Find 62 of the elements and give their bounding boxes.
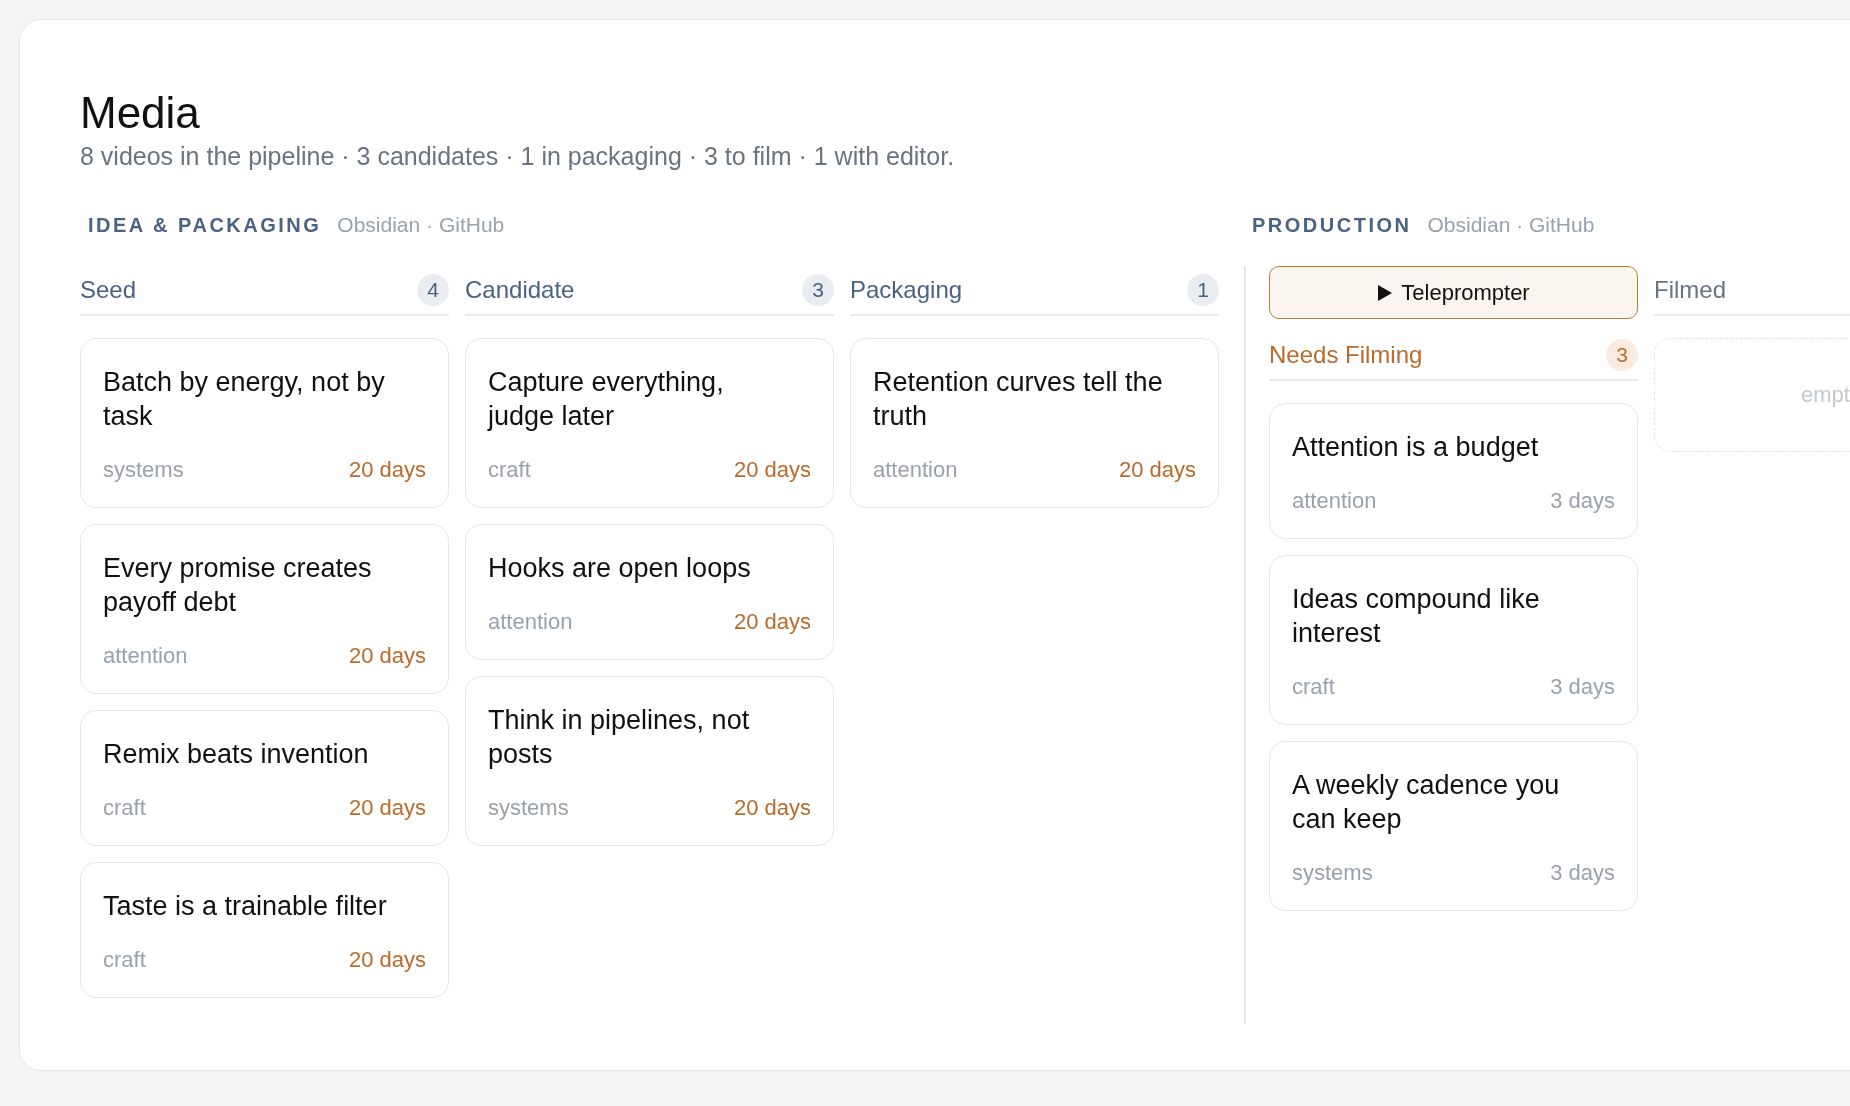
card-tag: craft	[103, 795, 146, 821]
card-age: 20 days	[733, 457, 811, 483]
idea-card[interactable]: Ideas compound like interest craft 3 days	[1269, 555, 1638, 725]
idea-card[interactable]: A weekly cadence you can keep systems 3 days	[1269, 741, 1638, 911]
card-title: Hooks are open loops	[488, 552, 752, 585]
section-sources: Obsidian · GitHub	[1427, 213, 1595, 237]
empty-label: empt	[1801, 382, 1850, 408]
idea-card[interactable]: Batch by energy, not by task systems 20 days	[80, 338, 449, 508]
card-title: Capture everything, judge later	[488, 366, 725, 433]
card-tag: attention	[873, 457, 958, 483]
count-badge: 3	[1606, 339, 1638, 371]
column-title: Seed	[80, 276, 137, 304]
card-title: Ideas compound like interest	[1292, 583, 1541, 650]
idea-card[interactable]: Hooks are open loops attention 20 days	[465, 524, 834, 660]
card-age: 20 days	[733, 609, 811, 635]
idea-card[interactable]: Every promise creates payoff debt attention 20 days	[80, 524, 449, 694]
card-tag: systems	[103, 457, 184, 483]
card-tag: craft	[1292, 674, 1335, 700]
idea-card[interactable]: Think in pipelines, not posts systems 20 days	[465, 676, 834, 846]
card-title: Retention curves tell the truth	[873, 366, 1164, 433]
count-badge: 1	[1187, 274, 1219, 306]
section-sources: Obsidian · GitHub	[337, 213, 505, 237]
card-age: 3 days	[1550, 488, 1615, 514]
card-age: 20 days	[733, 795, 811, 821]
section-label: IDEA & PACKAGING	[88, 214, 322, 237]
idea-card[interactable]: Remix beats invention craft 20 days	[80, 710, 449, 846]
idea-card[interactable]: Taste is a trainable filter craft 20 days	[80, 862, 449, 998]
card-tag: attention	[488, 609, 573, 635]
page-title: Media	[80, 88, 201, 138]
card-age: 3 days	[1550, 674, 1615, 700]
play-icon	[1377, 283, 1394, 302]
count-badge: 3	[802, 274, 834, 306]
section-label: PRODUCTION	[1252, 214, 1412, 237]
card-title: Every promise creates payoff debt	[103, 552, 373, 619]
card-tag: systems	[1292, 860, 1373, 886]
column-title: Candidate	[465, 276, 575, 304]
card-tag: systems	[488, 795, 569, 821]
card-age: 20 days	[348, 795, 426, 821]
idea-card[interactable]: Retention curves tell the truth attention 20 days	[850, 338, 1219, 508]
count-badge: 4	[417, 274, 449, 306]
card-tag: craft	[488, 457, 531, 483]
card-title: Taste is a trainable filter	[103, 890, 388, 923]
card-title: A weekly cadence you can keep	[1292, 769, 1561, 836]
card-tag: attention	[103, 643, 188, 669]
column-title: Filmed	[1654, 276, 1726, 304]
pipeline-summary: 8 videos in the pipeline · 3 candidates · 1 in packaging · 3 to film · 1 with editor.	[80, 142, 956, 171]
card-title: Remix beats invention	[103, 738, 370, 771]
teleprompter-button[interactable]: Teleprompter	[1269, 266, 1638, 319]
card-title: Batch by energy, not by task	[103, 366, 386, 433]
card-tag: attention	[1292, 488, 1377, 514]
card-age: 20 days	[1118, 457, 1196, 483]
card-title: Think in pipelines, not posts	[488, 704, 751, 771]
card-age: 20 days	[348, 947, 426, 973]
card-age: 20 days	[348, 457, 426, 483]
card-age: 3 days	[1550, 860, 1615, 886]
column-title: Packaging	[850, 276, 963, 304]
column-title: Needs Filming	[1269, 341, 1423, 369]
card-title: Attention is a budget	[1292, 431, 1540, 464]
idea-card[interactable]: Capture everything, judge later craft 20 days	[465, 338, 834, 508]
card-tag: craft	[103, 947, 146, 973]
idea-card[interactable]: Attention is a budget attention 3 days	[1269, 403, 1638, 539]
card-age: 20 days	[348, 643, 426, 669]
